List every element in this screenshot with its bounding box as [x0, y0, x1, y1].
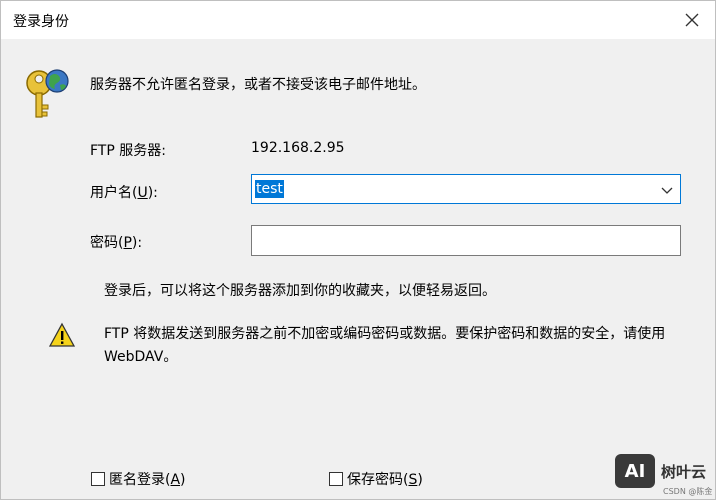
save-label-pre: 保存密码(: [347, 472, 409, 488]
message-text: 服务器不允许匿名登录，或者不接受该电子邮件地址。: [90, 77, 426, 93]
title-bar: 登录身份: [1, 1, 715, 39]
info-text: 登录后，可以将这个服务器添加到你的收藏夹，以便轻易返回。: [104, 283, 496, 299]
anonymous-label-pre: 匿名登录(: [109, 472, 171, 488]
password-field[interactable]: [251, 225, 681, 256]
anonymous-checkbox[interactable]: 匿名登录(A): [91, 469, 186, 489]
watermark-logo: AI: [615, 454, 655, 488]
password-label-pre: 密码(: [90, 235, 124, 251]
watermark: AI 树叶云 CSDN @陈金: [615, 454, 712, 496]
key-globe-icon: [26, 69, 69, 118]
save-password-checkbox-box[interactable]: [329, 472, 343, 486]
login-dialog: 登录身份 服务器不允许匿名登录，或者不接受该电子邮件地址。 FTP 服务器: 1…: [0, 0, 716, 500]
password-label: 密码(P):: [90, 232, 142, 252]
save-password-checkbox[interactable]: 保存密码(S): [329, 469, 423, 489]
username-combobox[interactable]: test: [251, 174, 681, 204]
username-label: 用户名(U):: [90, 182, 158, 202]
warning-icon: [49, 322, 75, 347]
watermark-name: 树叶云: [661, 462, 707, 481]
username-value[interactable]: test: [255, 180, 284, 198]
close-button[interactable]: [679, 7, 705, 33]
close-icon: [685, 13, 699, 27]
anonymous-label-post: ): [180, 472, 186, 488]
username-accesskey: U: [137, 185, 148, 201]
chevron-down-icon[interactable]: [660, 183, 674, 197]
dialog-title: 登录身份: [13, 14, 69, 30]
server-value: 192.168.2.95: [251, 140, 345, 156]
save-password-checkbox-label: 保存密码(S): [347, 469, 423, 489]
save-label-post: ): [417, 472, 423, 488]
username-label-pre: 用户名(: [90, 185, 138, 201]
watermark-sub: CSDN @陈金: [663, 487, 713, 496]
password-label-post: ):: [131, 235, 143, 251]
server-label: FTP 服务器:: [90, 143, 166, 159]
password-accesskey: P: [123, 235, 132, 251]
anonymous-checkbox-box[interactable]: [91, 472, 105, 486]
anonymous-accesskey: A: [170, 472, 181, 488]
warning-text: FTP 将数据发送到服务器之前不加密或编码密码或数据。要保护密码和数据的安全，请…: [104, 326, 666, 365]
username-label-post: ):: [147, 185, 158, 201]
anonymous-checkbox-label: 匿名登录(A): [109, 469, 186, 489]
